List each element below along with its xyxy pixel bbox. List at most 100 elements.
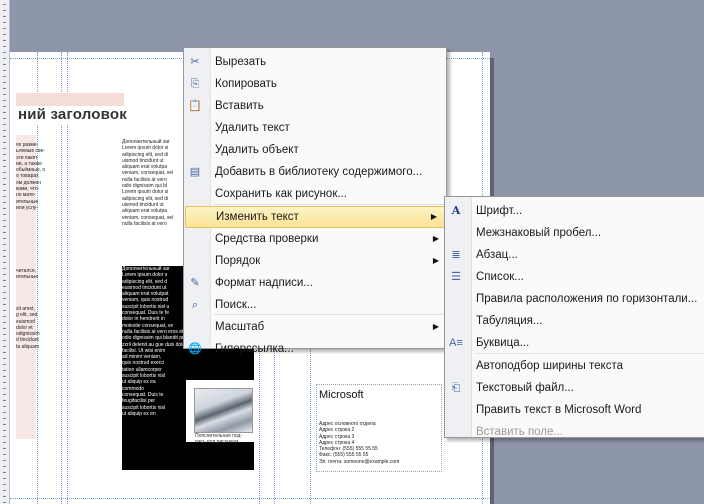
menu-item-format-box[interactable]: ✎ Формат надписи... <box>184 272 446 294</box>
company-name: Microsoft <box>319 389 364 401</box>
menu-item-delete-text[interactable]: Удалить текст <box>184 117 446 139</box>
ruler-tick <box>3 460 6 461</box>
ruler-tick <box>3 76 6 77</box>
ruler-tick <box>3 280 6 281</box>
submenu-arrow-icon: ▶ <box>432 234 439 243</box>
menu-item-label: Поиск... <box>215 299 257 311</box>
ruler-tick <box>3 388 6 389</box>
ruler-tick <box>3 244 6 245</box>
menu-item-label: Добавить в библиотеку содержимого... <box>215 166 423 178</box>
ruler-tick <box>3 190 6 191</box>
middle-column-text[interactable]: Дополнительный заг Lorem ipsum dolor si … <box>122 139 182 261</box>
ruler-tick <box>3 232 6 233</box>
heading-text[interactable]: ний заголовок <box>15 106 130 124</box>
menu-item-hyperlink[interactable]: 🌐 Гиперссылка... <box>184 338 446 360</box>
ruler-tick <box>3 274 6 275</box>
menu-item-add-library[interactable]: ▤ Добавить в библиотеку содержимого... <box>184 161 446 183</box>
ruler-tick <box>3 46 6 47</box>
edit-text-submenu[interactable]: A Шрифт... Межзнаковый пробел... ≣ Абзац... ☰… <box>444 196 704 438</box>
submenu-arrow-icon: ▶ <box>432 322 439 331</box>
ruler-tick <box>3 22 6 23</box>
ruler-tick <box>3 28 6 29</box>
ruler-tick <box>3 478 6 479</box>
ruler-tick <box>3 346 6 347</box>
ruler-tick <box>3 334 6 335</box>
photo-caption[interactable]: Пояснительная под- пись под рисунком. <box>195 433 255 445</box>
ruler-tick <box>3 82 6 83</box>
search-icon: ⌕ <box>191 299 199 311</box>
menu-item-search[interactable]: ⌕ Поиск... <box>184 294 446 316</box>
ruler-tick <box>3 166 6 167</box>
ruler-tick <box>3 394 6 395</box>
menu-item-delete-object[interactable]: Удалить объект <box>184 139 446 161</box>
menu-item-save-picture[interactable]: Сохранить как рисунок... <box>184 183 446 205</box>
ruler-tick <box>3 358 6 359</box>
menu-item-label: Копировать <box>215 78 277 90</box>
ruler-tick <box>3 40 6 41</box>
ruler-tick <box>3 376 6 377</box>
dropcap-icon: A≡ <box>449 337 463 349</box>
photo-image[interactable] <box>194 388 253 433</box>
submenu-item-spacing[interactable]: Межзнаковый пробел... <box>445 222 704 244</box>
ruler-tick <box>3 112 6 113</box>
submenu-item-insert-field[interactable]: Вставить поле... <box>445 421 704 443</box>
ruler-tick <box>3 52 6 53</box>
submenu-item-tabs[interactable]: Табуляция... <box>445 310 704 332</box>
submenu-arrow-icon: ▶ <box>430 212 437 221</box>
submenu-item-dropcap[interactable]: A≡ Буквица... <box>445 332 704 354</box>
submenu-item-label: Править текст в Microsoft Word <box>476 404 642 416</box>
paste-icon: 📋 <box>188 100 202 112</box>
copy-icon: ⎘ <box>190 78 200 90</box>
submenu-item-label: Вставить поле... <box>476 426 564 438</box>
company-info-box[interactable]: Microsoft Адрес основного отдела Адрес с… <box>316 384 442 472</box>
vertical-ruler[interactable] <box>0 0 10 504</box>
submenu-item-font[interactable]: A Шрифт... <box>445 200 704 222</box>
menu-item-copy[interactable]: ⎘ Копировать <box>184 73 446 95</box>
submenu-item-edit-word[interactable]: Править текст в Microsoft Word <box>445 399 704 421</box>
ruler-tick <box>3 184 6 185</box>
ruler-tick <box>3 502 6 503</box>
left-column-text-3[interactable]: sit amet, g elit, sed euismod dolor et o… <box>16 306 52 386</box>
ruler-tick <box>3 370 6 371</box>
ruler-tick <box>3 496 6 497</box>
menu-item-cut[interactable]: ✂ Вырезать <box>184 51 446 73</box>
ruler-tick <box>3 268 6 269</box>
ruler-tick <box>3 100 6 101</box>
submenu-item-list[interactable]: ☰ Список... <box>445 266 704 288</box>
submenu-item-textfile[interactable]: ⎗ Текстовый файл... <box>445 377 704 399</box>
ruler-tick <box>3 304 6 305</box>
submenu-item-label: Буквица... <box>476 337 530 349</box>
font-icon: A <box>451 204 461 217</box>
ruler-tick <box>3 448 6 449</box>
submenu-item-paragraph[interactable]: ≣ Абзац... <box>445 244 704 266</box>
menu-item-zoom[interactable]: Масштаб ▶ <box>184 316 446 338</box>
ruler-tick <box>3 226 6 227</box>
submenu-item-hrules[interactable]: Правила расположения по горизонтали... <box>445 288 704 310</box>
menu-item-proofing[interactable]: Средства проверки ▶ <box>184 228 446 250</box>
library-icon: ▤ <box>189 166 201 178</box>
context-menu[interactable]: ✂ Вырезать ⎘ Копировать 📋 Вставить Удалить тек… <box>183 47 447 355</box>
menu-item-label: Масштаб <box>215 321 265 333</box>
menu-item-label: Средства проверки <box>215 233 319 245</box>
submenu-item-label: Шрифт... <box>476 205 523 217</box>
ruler-tick <box>3 34 6 35</box>
menu-item-order[interactable]: Порядок ▶ <box>184 250 446 272</box>
submenu-item-label: Список... <box>476 271 524 283</box>
list-icon: ☰ <box>451 271 461 283</box>
submenu-item-label: Табуляция... <box>476 315 543 327</box>
left-column-text-2[interactable]: читался, ительные <box>16 268 52 288</box>
menu-separator <box>214 204 444 205</box>
ruler-tick <box>3 160 6 161</box>
ruler-tick <box>3 64 6 65</box>
left-column-text[interactable]: ях разме- ьлемые све- эти пакет ии, а та… <box>16 142 52 262</box>
ruler-tick <box>3 118 6 119</box>
submenu-item-autofit[interactable]: Автоподбор ширины текста <box>445 355 704 377</box>
ruler-tick <box>3 436 6 437</box>
menu-item-edit-text[interactable]: Изменить текст ▶ <box>185 206 445 228</box>
ruler-tick <box>3 454 6 455</box>
ruler-tick <box>3 310 6 311</box>
ruler-tick <box>3 466 6 467</box>
menu-item-label: Изменить текст <box>216 211 299 223</box>
menu-item-paste[interactable]: 📋 Вставить <box>184 95 446 117</box>
paragraph-icon: ≣ <box>451 249 461 261</box>
